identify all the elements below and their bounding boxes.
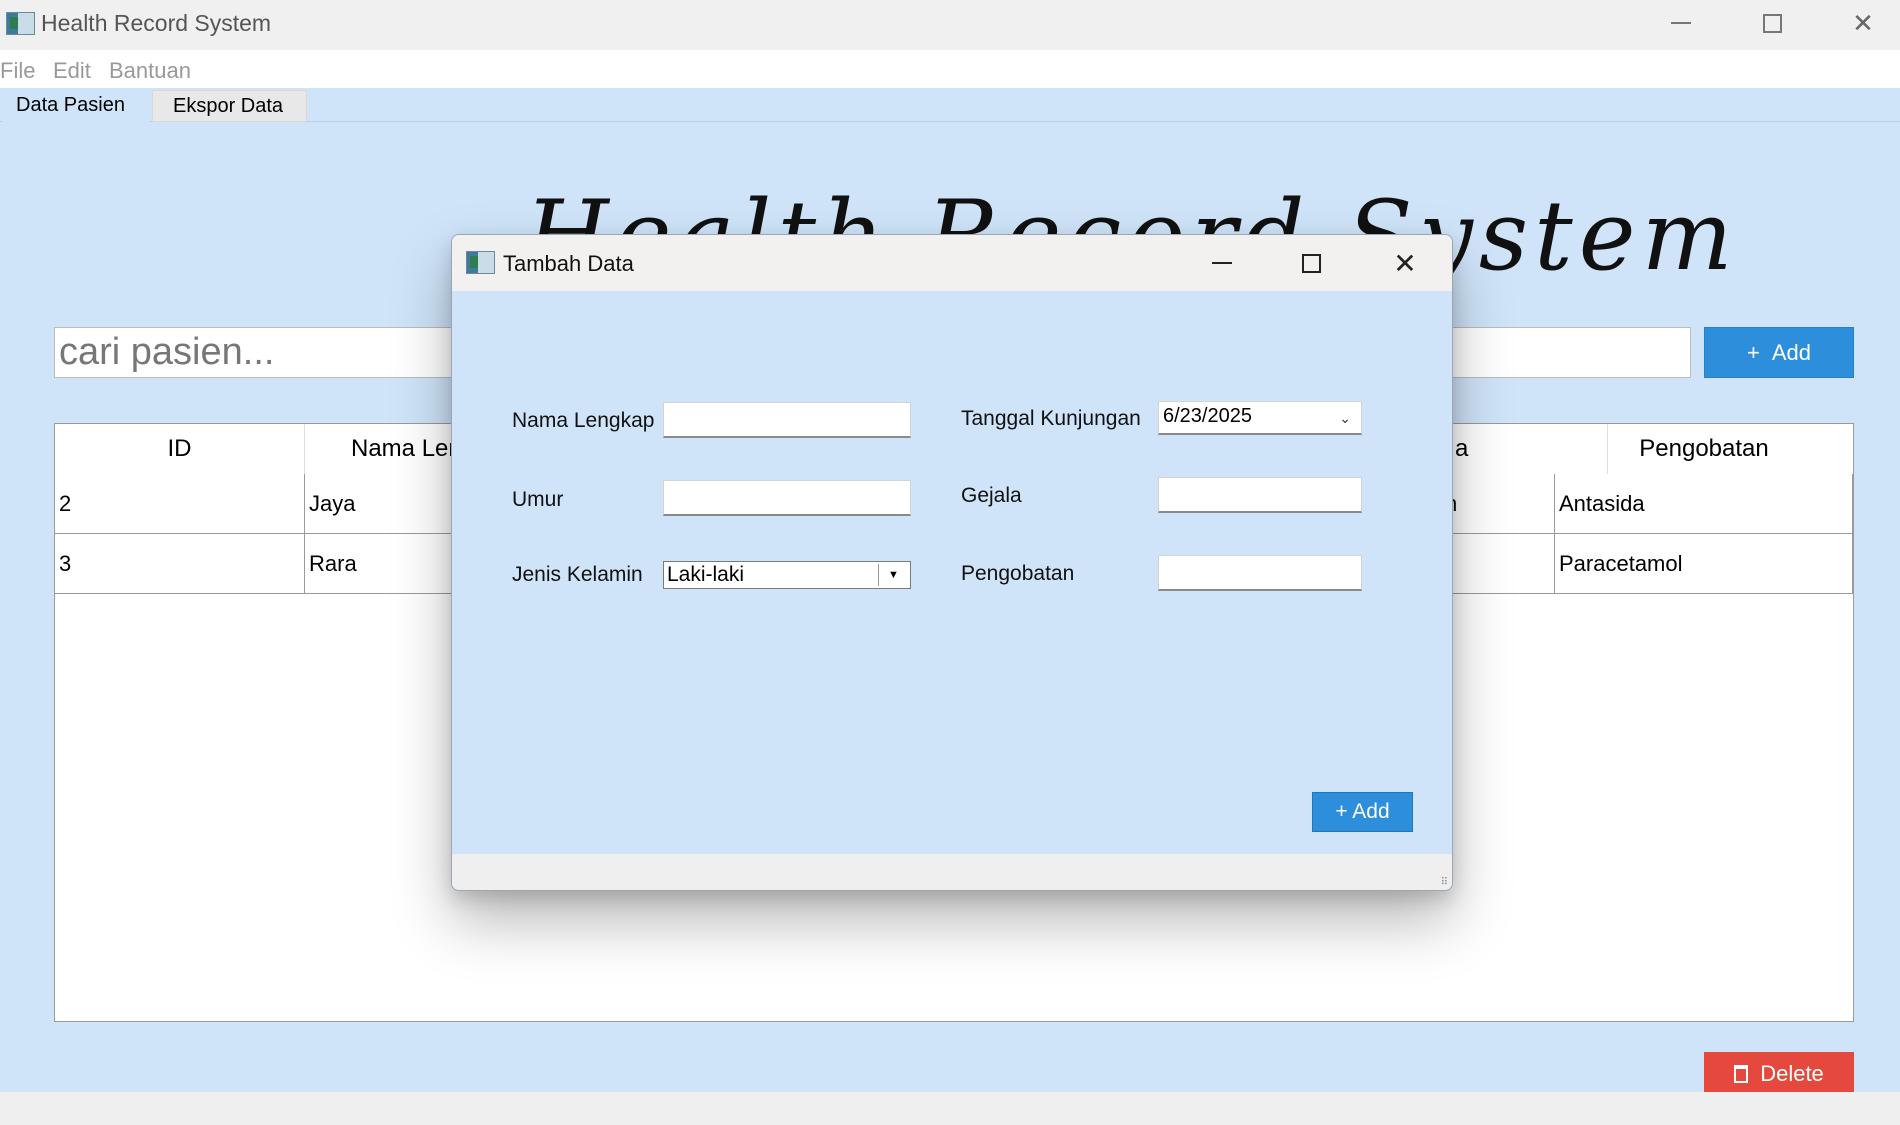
nama-lengkap-input[interactable] xyxy=(663,402,911,438)
dialog-close-button[interactable]: ✕ xyxy=(1370,241,1440,285)
app-icon xyxy=(6,12,35,35)
minimize-button[interactable] xyxy=(1636,0,1726,46)
column-header-pengobatan[interactable]: Pengobatan xyxy=(1555,424,1853,474)
dialog-add-button[interactable]: + Add xyxy=(1312,792,1413,832)
tanggal-kunjungan-value: 6/23/2025 xyxy=(1163,405,1252,427)
trash-icon xyxy=(1734,1065,1749,1083)
resize-grip-icon[interactable]: ⠿ xyxy=(1441,877,1448,888)
umur-input[interactable] xyxy=(663,480,911,516)
add-button-label: Add xyxy=(1771,339,1811,365)
label-jenis-kelamin: Jenis Kelamin xyxy=(512,563,643,586)
delete-button-label: Delete xyxy=(1760,1061,1824,1086)
window-title: Health Record System xyxy=(41,10,272,36)
pengobatan-input[interactable] xyxy=(1158,555,1362,591)
table-cell-id[interactable]: 2 xyxy=(55,474,305,534)
close-button[interactable]: ✕ xyxy=(1818,0,1900,46)
maximize-icon xyxy=(1762,13,1782,33)
dialog-maximize-button[interactable] xyxy=(1276,241,1346,285)
menu-bantuan[interactable]: Bantuan xyxy=(109,58,191,84)
minimize-icon xyxy=(1671,22,1691,24)
add-data-dialog: Tambah Data ✕ Nama Lengkap Umur Jenis Ke… xyxy=(451,234,1453,891)
add-button[interactable]: + Add xyxy=(1704,327,1854,378)
jenis-kelamin-value: Laki-laki xyxy=(667,563,745,586)
dialog-titlebar[interactable]: Tambah Data ✕ xyxy=(452,235,1452,291)
column-header-id[interactable]: ID xyxy=(55,424,305,474)
gejala-input[interactable] xyxy=(1158,477,1362,513)
label-pengobatan: Pengobatan xyxy=(961,562,1075,585)
menubar xyxy=(0,50,1900,88)
maximize-icon xyxy=(1301,253,1321,273)
label-umur: Umur xyxy=(512,488,564,511)
table-cell-pengobatan[interactable]: Paracetamol xyxy=(1555,534,1853,594)
tab-data-pasien[interactable]: Data Pasien xyxy=(2,90,150,122)
close-icon: ✕ xyxy=(1852,7,1874,38)
minimize-icon xyxy=(1212,262,1232,264)
dialog-footer: ⠿ xyxy=(452,854,1452,890)
menu-file[interactable]: File xyxy=(0,58,35,84)
chevron-down-icon[interactable]: ⌄ xyxy=(1339,410,1351,427)
menu-edit[interactable]: Edit xyxy=(53,58,91,84)
status-bar xyxy=(0,1092,1900,1125)
dialog-minimize-button[interactable] xyxy=(1187,241,1257,285)
dialog-app-icon xyxy=(466,251,495,274)
jenis-kelamin-select[interactable]: Laki-laki ▼ xyxy=(663,561,911,589)
table-cell-pengobatan[interactable]: Antasida xyxy=(1555,474,1853,534)
tanggal-kunjungan-picker[interactable]: 6/23/2025 ⌄ xyxy=(1158,401,1362,435)
dialog-title: Tambah Data xyxy=(503,251,634,276)
label-nama-lengkap: Nama Lengkap xyxy=(512,409,655,432)
maximize-button[interactable] xyxy=(1727,0,1817,46)
tab-ekspor-data[interactable]: Ekspor Data xyxy=(152,90,307,122)
table-cell-partial[interactable]: n xyxy=(1445,474,1555,534)
label-gejala: Gejala xyxy=(961,484,1022,507)
label-tanggal-kunjungan: Tanggal Kunjungan xyxy=(961,407,1141,430)
dropdown-arrow-icon[interactable]: ▼ xyxy=(878,564,908,586)
plus-icon: + xyxy=(1746,339,1760,365)
close-icon: ✕ xyxy=(1393,247,1417,279)
delete-button[interactable]: Delete xyxy=(1704,1052,1854,1096)
table-cell-id[interactable]: 3 xyxy=(55,534,305,594)
main-titlebar: Health Record System ✕ xyxy=(0,0,1900,50)
table-cell-partial[interactable] xyxy=(1445,534,1555,594)
